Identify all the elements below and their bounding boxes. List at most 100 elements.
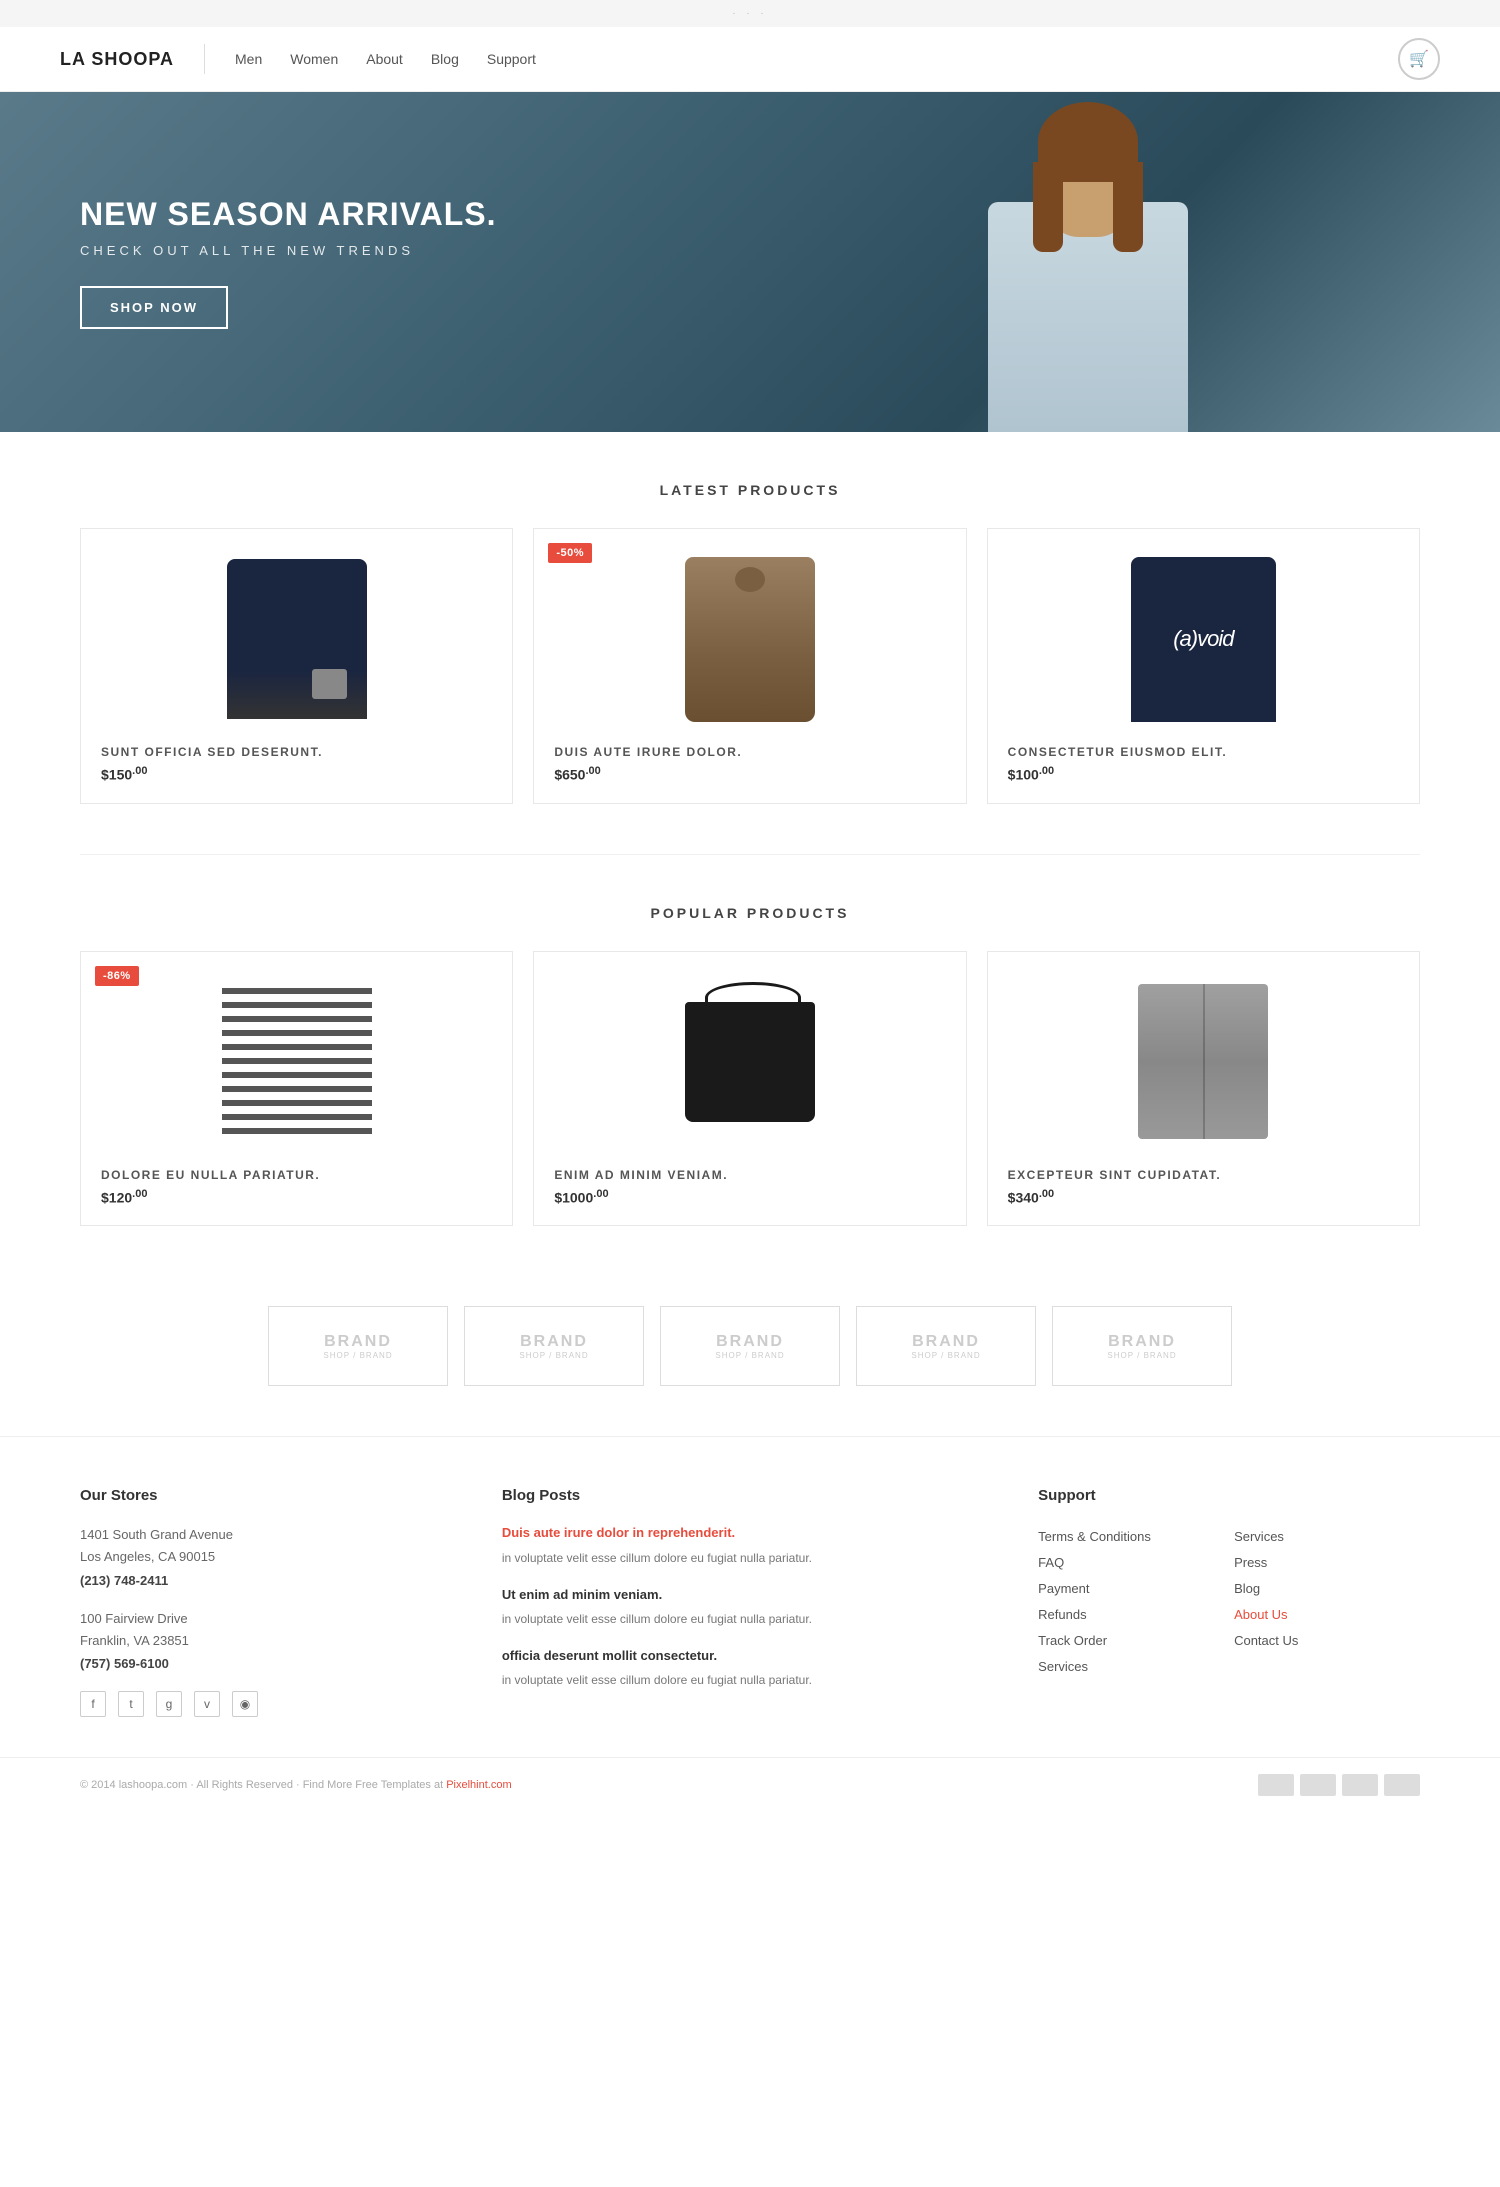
price-value: $1000 xyxy=(554,1189,593,1205)
nav-about[interactable]: About xyxy=(366,51,403,67)
cart-button[interactable]: 🛒 xyxy=(1398,38,1440,80)
product-name: SUNT OFFICIA SED DESERUNT. xyxy=(101,745,492,759)
rss-icon[interactable]: ◉ xyxy=(232,1691,258,1717)
nav-support[interactable]: Support xyxy=(487,51,536,67)
brand-name: BRAND xyxy=(324,1333,392,1351)
product-name: DOLORE EU NULLA PARIATUR. xyxy=(101,1168,492,1182)
about-us-link[interactable]: About Us xyxy=(1234,1602,1420,1628)
support-col-2: Services Press Blog About Us Contact Us xyxy=(1234,1524,1420,1680)
product-image xyxy=(101,972,492,1152)
shop-now-button[interactable]: SHOP NOW xyxy=(80,286,228,329)
product-card[interactable]: CONSECTETUR EIUSMOD ELIT. $100.00 xyxy=(987,528,1420,804)
product-name: EXCEPTEUR SINT CUPIDATAT. xyxy=(1008,1168,1399,1182)
brand-box[interactable]: BRAND SHOP / BRAND xyxy=(1052,1306,1232,1386)
blog-post-title[interactable]: Duis aute irure dolor in reprehenderit. xyxy=(502,1524,998,1542)
pixelhint-link[interactable]: Pixelhint.com xyxy=(446,1779,511,1791)
address-line2: Franklin, VA 23851 xyxy=(80,1630,462,1652)
support-link[interactable]: FAQ xyxy=(1038,1550,1224,1576)
address-line1: 100 Fairview Drive xyxy=(80,1608,462,1630)
support-link[interactable]: Services xyxy=(1234,1524,1420,1550)
brand-name: BRAND xyxy=(912,1333,980,1351)
product-card[interactable]: ENIM AD MINIM VENIAM. $1000.00 xyxy=(533,951,966,1227)
copyright-text: © 2014 lashoopa.com · All Rights Reserve… xyxy=(80,1779,512,1791)
support-links: Terms & Conditions FAQ Payment Refunds T… xyxy=(1038,1524,1420,1680)
brand-box[interactable]: BRAND SHOP / BRAND xyxy=(856,1306,1036,1386)
twitter-icon[interactable]: t xyxy=(118,1691,144,1717)
store-address-2: 100 Fairview Drive Franklin, VA 23851 (7… xyxy=(80,1608,462,1671)
price-cents: .00 xyxy=(585,765,600,777)
blog-post-title[interactable]: Ut enim ad minim veniam. xyxy=(502,1586,998,1604)
latest-products-grid: SUNT OFFICIA SED DESERUNT. $150.00 -50% … xyxy=(80,528,1420,804)
nav-women[interactable]: Women xyxy=(290,51,338,67)
address-line1: 1401 South Grand Avenue xyxy=(80,1524,462,1546)
address-line2: Los Angeles, CA 90015 xyxy=(80,1546,462,1568)
brand-sub: SHOP / BRAND xyxy=(911,1351,980,1360)
hero-title: NEW SEASON ARRIVALS. xyxy=(80,196,496,233)
product-price: $1000.00 xyxy=(554,1188,945,1206)
support-link[interactable]: Blog xyxy=(1234,1576,1420,1602)
nav-men[interactable]: Men xyxy=(235,51,262,67)
brand-box[interactable]: BRAND SHOP / BRAND xyxy=(660,1306,840,1386)
support-link[interactable]: Press xyxy=(1234,1550,1420,1576)
support-title: Support xyxy=(1038,1487,1420,1504)
cardigan-image xyxy=(1138,984,1268,1139)
product-image xyxy=(1008,972,1399,1152)
popular-products-title: POPULAR PRODUCTS xyxy=(80,905,1420,921)
product-card[interactable]: SUNT OFFICIA SED DESERUNT. $150.00 xyxy=(80,528,513,804)
vimeo-icon[interactable]: v xyxy=(194,1691,220,1717)
footer-blog-col: Blog Posts Duis aute irure dolor in repr… xyxy=(502,1487,998,1716)
product-name: CONSECTETUR EIUSMOD ELIT. xyxy=(1008,745,1399,759)
product-image xyxy=(554,972,945,1152)
blog-post: Duis aute irure dolor in reprehenderit. … xyxy=(502,1524,998,1567)
latest-products-title: LATEST PRODUCTS xyxy=(80,482,1420,498)
google-icon[interactable]: g xyxy=(156,1691,182,1717)
blog-title: Blog Posts xyxy=(502,1487,998,1504)
visa-icon xyxy=(1258,1774,1294,1796)
brand-box[interactable]: BRAND SHOP / BRAND xyxy=(268,1306,448,1386)
product-image xyxy=(101,549,492,729)
price-value: $650 xyxy=(554,767,585,783)
facebook-icon[interactable]: f xyxy=(80,1691,106,1717)
product-name: DUIS AUTE IRURE DOLOR. xyxy=(554,745,945,759)
blog-post-text: in voluptate velit esse cillum dolore eu… xyxy=(502,1549,998,1568)
support-link[interactable]: Services xyxy=(1038,1654,1224,1680)
hero-content: NEW SEASON ARRIVALS. CHECK OUT ALL THE N… xyxy=(0,196,576,329)
payment-icons xyxy=(1258,1774,1420,1796)
product-card[interactable]: -50% DUIS AUTE IRURE DOLOR. $650.00 xyxy=(533,528,966,804)
support-link[interactable]: Refunds xyxy=(1038,1602,1224,1628)
support-link[interactable]: Terms & Conditions xyxy=(1038,1524,1224,1550)
product-image xyxy=(554,549,945,729)
footer-bottom: © 2014 lashoopa.com · All Rights Reserve… xyxy=(0,1757,1500,1812)
price-cents: .00 xyxy=(593,1188,608,1200)
cart-icon: 🛒 xyxy=(1409,49,1429,69)
striped-image xyxy=(222,982,372,1142)
hero-subtitle: CHECK OUT ALL THE NEW TRENDS xyxy=(80,243,496,258)
amex-icon xyxy=(1342,1774,1378,1796)
product-price: $100.00 xyxy=(1008,765,1399,783)
blog-post-title[interactable]: officia deserunt mollit consectetur. xyxy=(502,1647,998,1665)
price-value: $340 xyxy=(1008,1189,1039,1205)
stores-title: Our Stores xyxy=(80,1487,462,1504)
brand-name: BRAND xyxy=(520,1333,588,1351)
brand-sub: SHOP / BRAND xyxy=(1107,1351,1176,1360)
product-price: $650.00 xyxy=(554,765,945,783)
brand-sub: SHOP / BRAND xyxy=(519,1351,588,1360)
social-icons: f t g v ◉ xyxy=(80,1691,462,1717)
brand-box[interactable]: BRAND SHOP / BRAND xyxy=(464,1306,644,1386)
site-footer: Our Stores 1401 South Grand Avenue Los A… xyxy=(0,1436,1500,1811)
support-link[interactable]: Contact Us xyxy=(1234,1628,1420,1654)
mastercard-icon xyxy=(1300,1774,1336,1796)
nav-blog[interactable]: Blog xyxy=(431,51,459,67)
product-card[interactable]: -86% DOLORE EU NULLA PARIATUR. $120.00 xyxy=(80,951,513,1227)
product-card[interactable]: EXCEPTEUR SINT CUPIDATAT. $340.00 xyxy=(987,951,1420,1227)
popular-products-section: POPULAR PRODUCTS -86% DOLORE EU NULLA PA… xyxy=(0,855,1500,1277)
blog-post: officia deserunt mollit consectetur. in … xyxy=(502,1647,998,1690)
support-link[interactable]: Track Order xyxy=(1038,1628,1224,1654)
site-logo[interactable]: LA SHOOPA xyxy=(60,49,174,70)
void-shirt-image xyxy=(1131,557,1276,722)
footer-stores-col: Our Stores 1401 South Grand Avenue Los A… xyxy=(80,1487,462,1716)
support-link[interactable]: Payment xyxy=(1038,1576,1224,1602)
footer-support-col: Support Terms & Conditions FAQ Payment R… xyxy=(1038,1487,1420,1716)
discover-icon xyxy=(1384,1774,1420,1796)
phone-number: (213) 748-2411 xyxy=(80,1573,462,1588)
